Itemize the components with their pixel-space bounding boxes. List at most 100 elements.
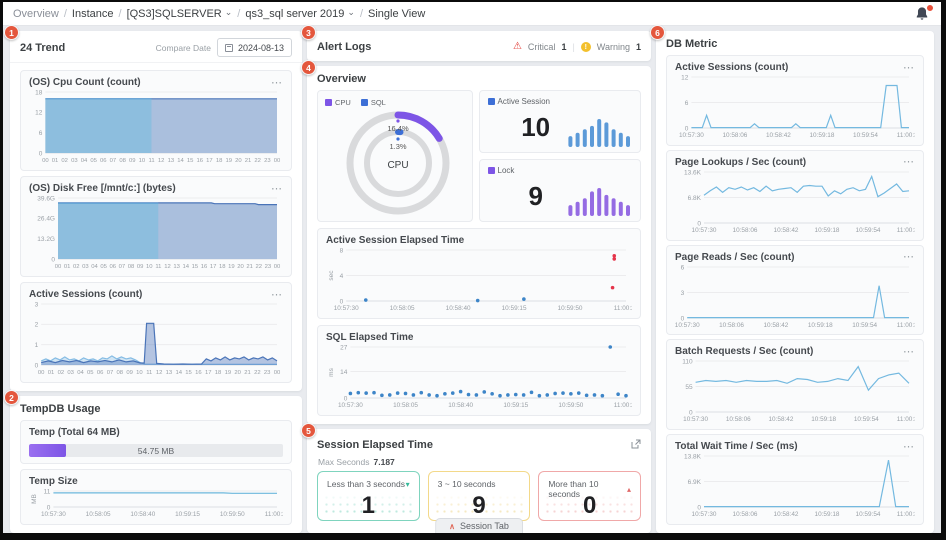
svg-text:07: 07 <box>107 370 114 376</box>
svg-text:04: 04 <box>81 158 88 164</box>
svg-text:11:00:30: 11:00:30 <box>897 227 915 234</box>
svg-text:06: 06 <box>97 370 104 376</box>
compare-date-input[interactable]: 2024-08-13 <box>217 38 292 57</box>
tempdb-usage-card: Temp (Total 64 MB) 54.75 MB <box>20 420 292 464</box>
chart-card-page-lookups: Page Lookups / Sec (count) ⋯ 13.6K6.8K01… <box>666 150 924 241</box>
svg-text:12: 12 <box>681 74 689 81</box>
panel-title: 24 Trend <box>20 42 65 54</box>
lock-sparkline <box>560 184 632 216</box>
chart-title: Batch Requests / Sec (count) <box>675 346 813 357</box>
chart-title: Active Sessions (count) <box>675 62 788 73</box>
critical-label[interactable]: Critical <box>528 42 556 52</box>
svg-text:10:58:42: 10:58:42 <box>766 132 791 139</box>
active-session-stat-card[interactable]: Active Session 10 <box>479 90 641 153</box>
svg-text:CPU: CPU <box>387 160 408 171</box>
more-menu-icon[interactable]: ⋯ <box>903 444 915 450</box>
more-menu-icon[interactable]: ⋯ <box>903 65 915 71</box>
svg-text:09: 09 <box>129 158 136 164</box>
bucket-less-than-3s[interactable]: Less than 3 seconds ▾ 1 <box>317 471 420 521</box>
svg-text:8: 8 <box>340 247 344 254</box>
panel-tempdb-usage: 2 TempDB Usage Temp (Total 64 MB) 54.75 … <box>10 396 302 533</box>
svg-text:23: 23 <box>265 264 272 270</box>
svg-text:13.2G: 13.2G <box>37 236 55 243</box>
chart-card-disk-free: (OS) Disk Free [/mnt/c:] (bytes) ⋯ 39.6G… <box>20 176 292 277</box>
svg-text:11: 11 <box>44 488 51 495</box>
bucket-more-than-10s[interactable]: More than 10 seconds ▴ 0 <box>538 471 641 521</box>
db-active-sessions-chart: 126010:57:3010:58:0610:58:4210:59:1810:5… <box>675 73 915 139</box>
svg-text:03: 03 <box>71 158 78 164</box>
breadcrumb-overview[interactable]: Overview <box>13 8 59 20</box>
bucket-label: 3 ~ 10 seconds <box>438 479 496 489</box>
lock-stat-card[interactable]: Lock 9 <box>479 159 641 222</box>
svg-text:23: 23 <box>264 370 271 376</box>
step-badge-2: 2 <box>4 390 19 405</box>
chart-title: Page Reads / Sec (count) <box>675 252 794 263</box>
svg-text:12: 12 <box>158 158 165 164</box>
svg-text:sec: sec <box>328 270 335 281</box>
breadcrumb-single-view[interactable]: Single View <box>368 8 425 20</box>
bucket-count: 0 <box>539 492 640 520</box>
open-in-new-icon[interactable] <box>631 436 641 454</box>
more-menu-icon[interactable]: ⋯ <box>271 186 283 192</box>
svg-text:55: 55 <box>685 384 693 391</box>
more-menu-icon[interactable]: ⋯ <box>903 349 915 355</box>
svg-text:10:58:06: 10:58:06 <box>726 416 751 423</box>
breadcrumb-server-select[interactable]: [QS3]SQLSERVER <box>127 8 222 20</box>
svg-text:10:59:18: 10:59:18 <box>810 132 835 139</box>
svg-text:14: 14 <box>340 369 348 376</box>
svg-text:10:58:05: 10:58:05 <box>390 305 415 312</box>
notification-bell-icon[interactable] <box>915 6 931 22</box>
more-menu-icon[interactable]: ⋯ <box>271 80 283 86</box>
middle-column: 3 Alert Logs ⚠ Critical 1 | ! Warning 1 … <box>307 31 651 533</box>
session-tab-button[interactable]: ∧ Session Tab <box>435 518 523 534</box>
svg-text:10:59:18: 10:59:18 <box>808 322 833 329</box>
svg-text:04: 04 <box>77 370 84 376</box>
svg-text:02: 02 <box>58 370 65 376</box>
svg-text:16: 16 <box>201 264 208 270</box>
svg-text:13.8K: 13.8K <box>684 453 702 460</box>
notification-badge <box>926 4 934 12</box>
svg-text:00: 00 <box>38 370 45 376</box>
svg-text:09: 09 <box>137 264 144 270</box>
svg-text:10:58:42: 10:58:42 <box>774 227 799 234</box>
svg-text:01: 01 <box>64 264 71 270</box>
chevron-down-icon[interactable]: ⌄ <box>347 7 355 18</box>
svg-text:10:58:06: 10:58:06 <box>733 227 758 234</box>
svg-text:14: 14 <box>177 158 184 164</box>
panel-title: Overview <box>317 73 366 85</box>
svg-text:21: 21 <box>246 264 253 270</box>
svg-text:10: 10 <box>146 264 153 270</box>
svg-text:6: 6 <box>685 100 689 107</box>
calendar-icon <box>225 44 233 52</box>
svg-text:13.6K: 13.6K <box>684 169 702 176</box>
svg-text:11:00:30: 11:00:30 <box>897 416 915 423</box>
right-column: 6 DB Metric Active Sessions (count) ⋯ 12… <box>656 31 934 533</box>
active-session-elapsed-card: Active Session Elapsed Time 84010:57:301… <box>317 228 641 319</box>
warning-count: 1 <box>636 42 641 52</box>
svg-text:3: 3 <box>681 289 685 296</box>
svg-text:13: 13 <box>166 370 173 376</box>
svg-text:00: 00 <box>274 158 281 164</box>
svg-text:10:57:30: 10:57:30 <box>334 305 359 312</box>
total-wait-chart: 13.8K6.9K010:57:3010:58:0610:58:4210:59:… <box>675 452 915 518</box>
critical-count: 1 <box>561 42 566 52</box>
svg-text:04: 04 <box>91 264 98 270</box>
more-menu-icon[interactable]: ⋯ <box>903 254 915 260</box>
svg-text:10:59:15: 10:59:15 <box>503 402 528 409</box>
more-menu-icon[interactable]: ⋯ <box>903 159 915 165</box>
svg-text:26.4G: 26.4G <box>37 216 55 223</box>
bucket-3-to-10s[interactable]: 3 ~ 10 seconds 9 <box>428 471 531 521</box>
breadcrumb-database-select[interactable]: qs3_sql server 2019 <box>245 8 344 20</box>
svg-text:08: 08 <box>117 370 124 376</box>
warning-label[interactable]: Warning <box>597 42 630 52</box>
chevron-down-icon[interactable]: ⌄ <box>225 7 233 18</box>
more-menu-icon[interactable]: ⋯ <box>271 292 283 298</box>
tempdb-progress-value: 54.75 MB <box>29 444 283 457</box>
svg-text:10:59:50: 10:59:50 <box>220 511 245 518</box>
breadcrumb-instance[interactable]: Instance <box>72 8 114 20</box>
disk-free-chart: 39.6G26.4G13.2G0000102030405060708091011… <box>29 194 283 270</box>
sql-elapsed-card: SQL Elapsed Time 2714010:57:3010:58:0510… <box>317 325 641 416</box>
svg-text:15: 15 <box>192 264 199 270</box>
svg-text:07: 07 <box>110 158 117 164</box>
svg-text:110: 110 <box>682 359 693 366</box>
